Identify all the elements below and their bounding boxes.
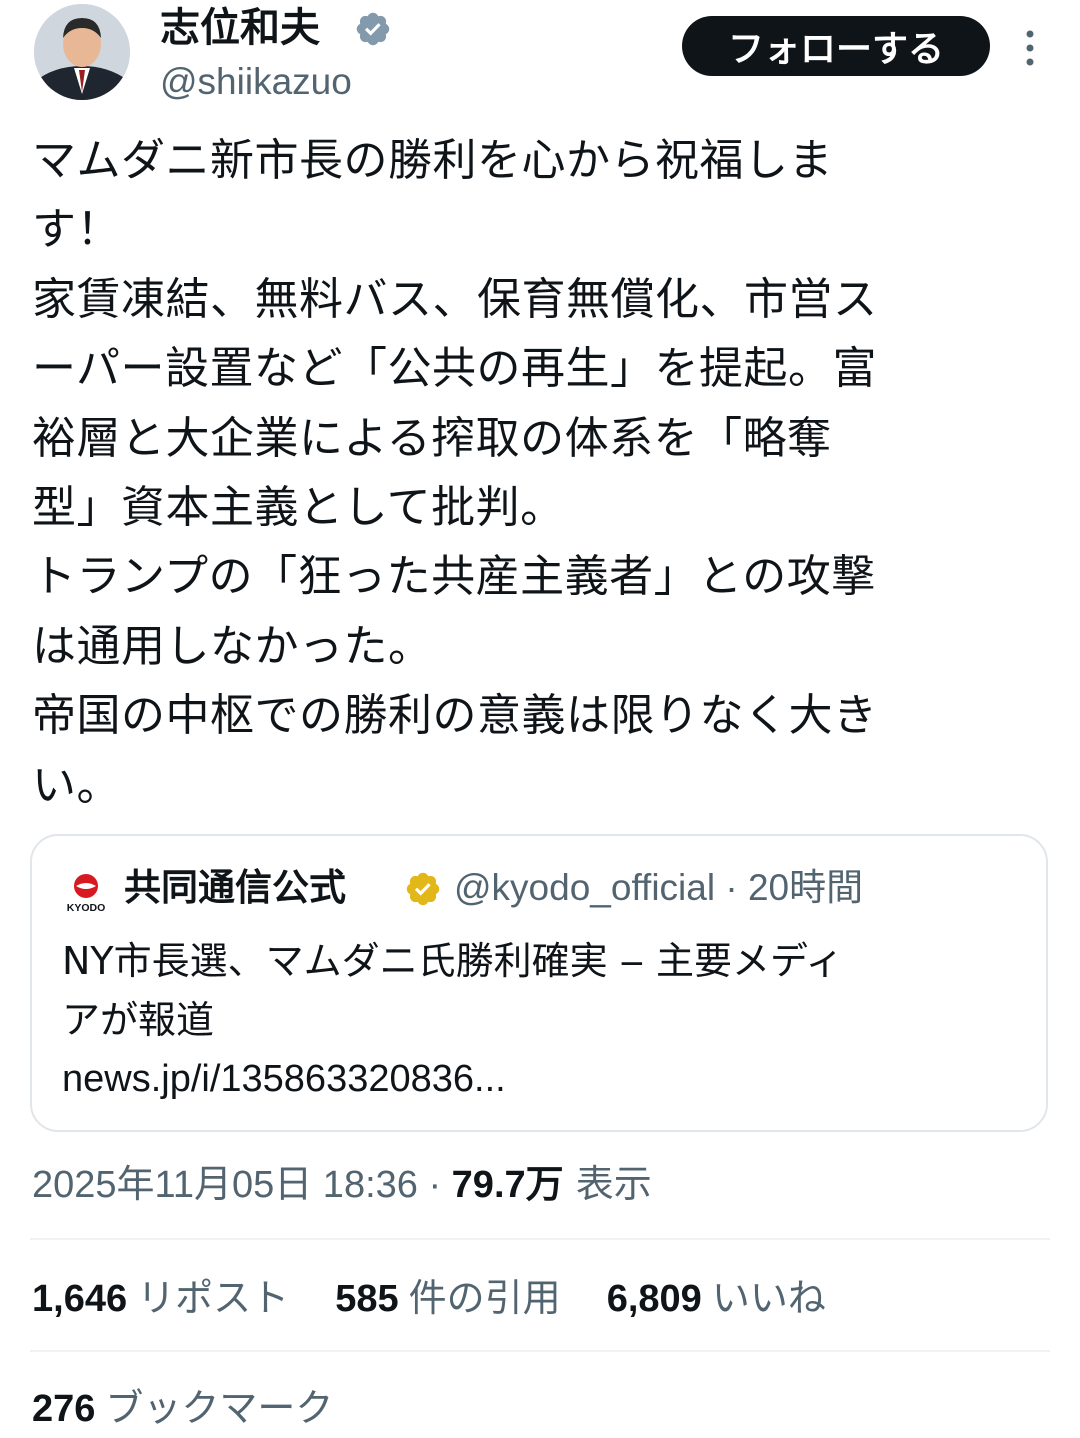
views-count: 79.7万: [451, 1164, 564, 1206]
tweet-line: 型」資本主義として批判。: [32, 482, 565, 534]
tweet-line: トランプの「狂った共産主義者」との攻撃: [32, 551, 876, 603]
views-label: 表示: [563, 1162, 652, 1206]
quoted-tweet-card[interactable]: KYODO 共同通信公式 @kyodo_official · 20時間 NY市長…: [30, 834, 1048, 1132]
bookmarks-count: 276: [32, 1388, 96, 1430]
tweet-line: 裕層と大企業による搾取の体系を「略奪: [32, 412, 832, 464]
quote-body: NY市長選、マムダニ氏勝利確実 ‒ 主要メディ アが報道 news.jp/i/1…: [62, 932, 1022, 1109]
tweet-text: マムダニ新市長の勝利を心から祝福しま す！ 家賃凍結、無料バス、保育無償化、市営…: [32, 126, 1032, 820]
quote-handle-time: @kyodo_official · 20時間: [454, 867, 864, 908]
likes-label: いいね: [711, 1276, 826, 1320]
author-avatar[interactable]: [34, 4, 130, 100]
quotes-count: 585: [335, 1278, 399, 1320]
tweet-line: は通用しなかった。: [32, 620, 433, 672]
more-vertical-icon[interactable]: [1012, 26, 1048, 70]
reposts-count: 1,646: [32, 1278, 128, 1320]
verified-badge-icon: [354, 10, 392, 48]
tweet-line: す！: [32, 204, 121, 256]
tweet-line: ーパー設置など「公共の再生」を提起。富: [32, 343, 878, 395]
tweet-line: 家賃凍結、無料バス、保育無償化、市営ス: [32, 273, 878, 325]
quotes-label: 件の引用: [408, 1276, 561, 1320]
reposts-stat[interactable]: 1,646 リポスト: [32, 1270, 289, 1327]
bookmarks-label: ブックマーク: [105, 1386, 334, 1430]
author-handle[interactable]: @shiikazuo: [160, 58, 352, 106]
divider: [30, 1238, 1050, 1240]
author-name[interactable]: 志位和夫: [160, 2, 320, 54]
follow-button[interactable]: フォローする: [682, 16, 990, 76]
likes-count: 6,809: [606, 1278, 702, 1320]
tweet-line: マムダニ新市長の勝利を心から祝福しま: [32, 135, 833, 186]
quote-line: アが報道: [62, 998, 215, 1042]
quote-line: NY市長選、マムダニ氏勝利確実 ‒ 主要メディ: [62, 939, 844, 983]
quote-link[interactable]: news.jp/i/135863320836...: [62, 1050, 1022, 1109]
engagement-stats: 1,646 リポスト 585 件の引用 6,809 いいね: [32, 1270, 860, 1327]
timestamp[interactable]: 2025年11月05日 18:36 ·: [32, 1164, 452, 1206]
bookmarks-stat[interactable]: 276 ブックマーク: [32, 1380, 333, 1437]
tweet-line: い。: [32, 759, 121, 811]
tweet-line: 帝国の中枢での勝利の意義は限りなく大き: [32, 690, 878, 742]
kyodo-logo: KYODO: [62, 870, 110, 914]
quote-author-name: 共同通信公式: [124, 866, 346, 909]
kyodo-logo-text: KYODO: [67, 902, 106, 914]
verified-badge-gold-icon: [404, 870, 442, 908]
reposts-label: リポスト: [137, 1276, 290, 1320]
divider: [30, 1350, 1050, 1352]
tweet-meta: 2025年11月05日 18:36 · 79.7万 表示: [32, 1156, 652, 1213]
likes-stat[interactable]: 6,809 いいね: [607, 1270, 826, 1327]
quotes-stat[interactable]: 585 件の引用: [335, 1270, 560, 1327]
